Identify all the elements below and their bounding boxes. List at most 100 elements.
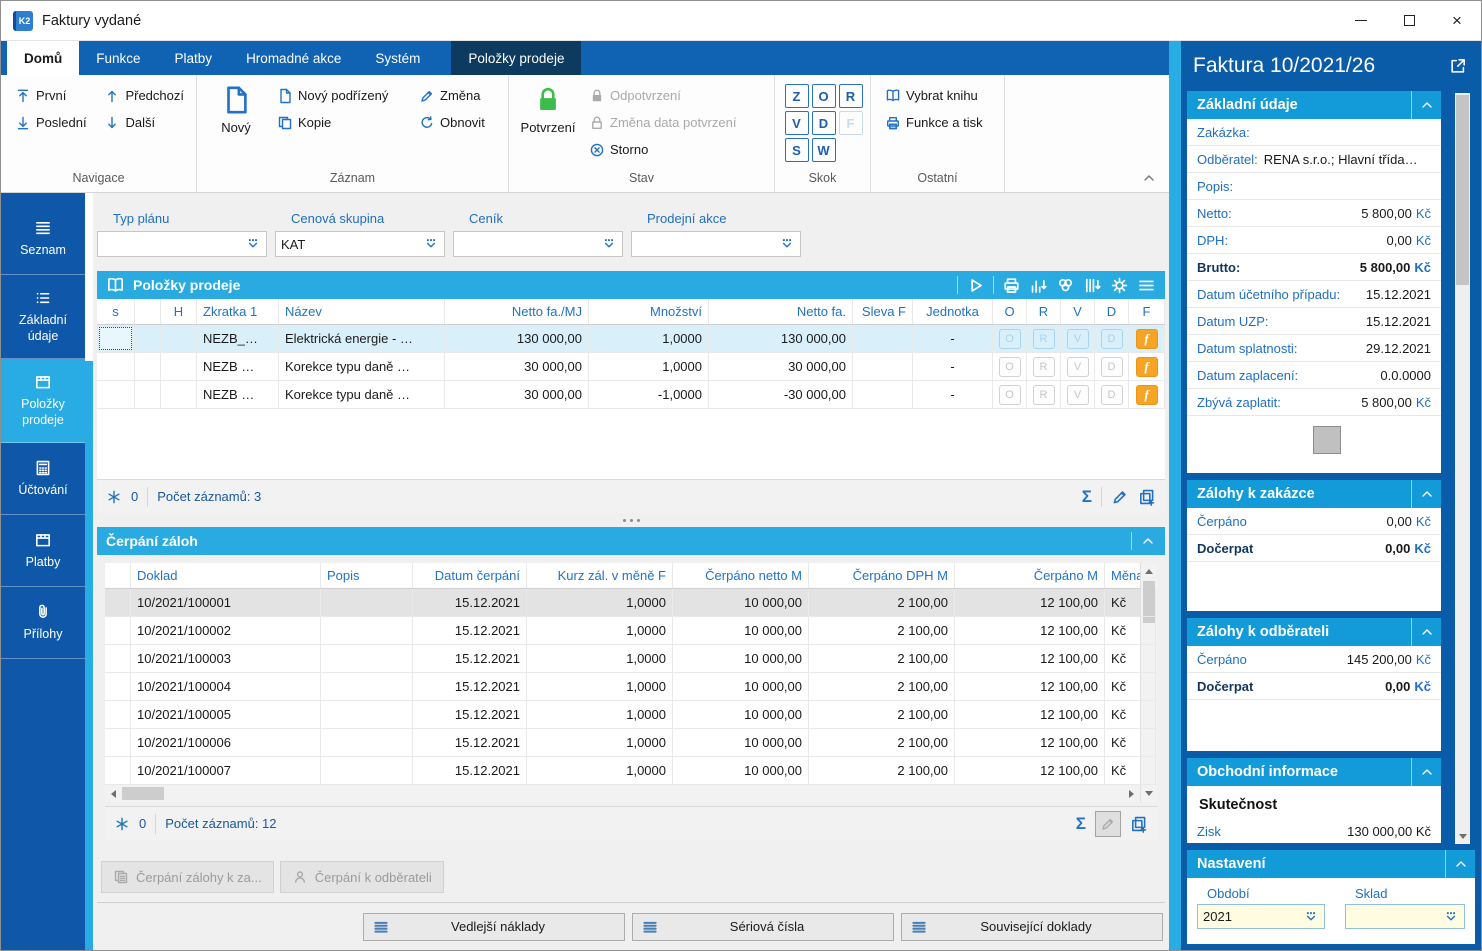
items-col-header-12[interactable]: R — [1027, 299, 1061, 324]
flag-button-d[interactable]: D — [1100, 356, 1123, 377]
items-col-header-5[interactable]: Název — [279, 299, 445, 324]
minimize-button[interactable] — [1337, 1, 1385, 41]
warehouse-combobox[interactable] — [1345, 904, 1465, 929]
ribbon-tab-6[interactable]: Položky prodeje — [451, 41, 582, 75]
items-chart-icon[interactable] — [1029, 276, 1048, 295]
previous-button[interactable]: Předchozí — [98, 82, 190, 109]
section-basic-collapse-button[interactable] — [1411, 91, 1441, 119]
items-col-header-2[interactable] — [135, 299, 161, 324]
confirm-button[interactable]: Potvrzení — [517, 82, 579, 168]
secondary-button-1[interactable]: Čerpání zálohy k za... — [101, 861, 274, 893]
advance-row-6[interactable]: 10/2021/100006 15.12.2021 1,0000 10 000,00 2… — [105, 729, 1156, 757]
footer-button-1[interactable]: Vedlejší náklady — [363, 912, 625, 941]
items-col-header-15[interactable]: F — [1129, 299, 1165, 324]
advance-row-5[interactable]: 10/2021/100005 15.12.2021 1,0000 10 000,00 2… — [105, 701, 1156, 729]
items-col-header-7[interactable]: Množství — [589, 299, 709, 324]
jump-button-w[interactable]: W — [811, 138, 836, 162]
filter-combobox-3[interactable] — [453, 231, 623, 257]
flag-button-f[interactable]: f — [1135, 328, 1158, 349]
maximize-button[interactable] — [1385, 1, 1433, 41]
collapse-ribbon-button[interactable] — [1141, 170, 1157, 186]
advance-row-2[interactable]: 10/2021/100002 15.12.2021 1,0000 10 000,00 2… — [105, 617, 1156, 645]
next-button[interactable]: Další — [98, 109, 190, 136]
ribbon-tab-1[interactable]: Domů — [7, 41, 80, 75]
advance-row-4[interactable]: 10/2021/100004 15.12.2021 1,0000 10 000,00 2… — [105, 673, 1156, 701]
section-business-collapse-button[interactable] — [1411, 758, 1441, 786]
flag-button-v[interactable]: V — [1066, 328, 1089, 349]
jump-button-r[interactable]: R — [838, 84, 863, 108]
items-sum-icon[interactable]: Σ — [1082, 487, 1092, 507]
detail-splitter[interactable] — [1169, 41, 1181, 950]
flag-button-r[interactable]: R — [1032, 328, 1055, 349]
section-settings-collapse-button[interactable] — [1445, 850, 1475, 878]
sale-item-row-2[interactable]: NEZB … Korekce typu daně … 30 000,00 1,0000… — [97, 353, 1165, 381]
advances-col-header-8[interactable]: Čerpáno M — [955, 563, 1105, 588]
items-col-header-3[interactable]: H — [161, 299, 197, 324]
copy-button[interactable]: Kopie — [271, 109, 409, 136]
jump-button-o[interactable]: O — [811, 84, 836, 108]
new-button[interactable]: Nový — [205, 82, 267, 168]
advances-col-header-3[interactable]: Popis — [321, 563, 413, 588]
ribbon-tab-2[interactable]: Funkce — [79, 41, 157, 75]
filter-combobox-1[interactable] — [97, 231, 267, 257]
items-col-header-8[interactable]: Netto fa. — [709, 299, 853, 324]
open-in-window-icon[interactable] — [1449, 57, 1467, 75]
advances-copy-add-icon[interactable] — [1130, 815, 1148, 833]
sale-item-row-1[interactable]: NEZB_… Elektrická energie - … 130 000,00 1,… — [97, 325, 1165, 353]
ribbon-tab-3[interactable]: Platby — [158, 41, 230, 75]
secondary-button-2[interactable]: Čerpání k odběrateli — [279, 861, 444, 893]
jump-button-d[interactable]: D — [811, 111, 836, 135]
items-print-icon[interactable] — [1002, 276, 1021, 295]
close-button[interactable]: × — [1433, 1, 1481, 41]
unconfirm-button[interactable]: Odpotvrzení — [583, 82, 742, 109]
flag-button-r[interactable]: R — [1032, 384, 1055, 405]
advances-col-header-1[interactable] — [105, 563, 131, 588]
footer-button-2[interactable]: Sériová čísla — [632, 912, 894, 941]
sidebar-item-6[interactable]: Přílohy — [1, 587, 85, 659]
sidebar-item-4[interactable]: Účtování — [1, 443, 85, 515]
first-button[interactable]: První — [9, 82, 94, 109]
period-combobox[interactable]: 2021 — [1197, 904, 1325, 929]
new-child-button[interactable]: Nový podřízený — [271, 82, 409, 109]
sale-item-row-3[interactable]: NEZB … Korekce typu daně … 30 000,00 -1,000… — [97, 381, 1165, 409]
flag-button-o[interactable]: O — [998, 384, 1021, 405]
jump-button-z[interactable]: Z — [784, 84, 809, 108]
last-button[interactable]: Poslední — [9, 109, 94, 136]
jump-button-f[interactable]: F — [838, 111, 863, 135]
ribbon-tab-4[interactable]: Hromadné akce — [229, 41, 358, 75]
advance-row-7[interactable]: 10/2021/100007 15.12.2021 1,0000 10 000,00 2… — [105, 757, 1156, 785]
items-edit-icon[interactable] — [1111, 488, 1129, 506]
advances-col-header-7[interactable]: Čerpáno DPH M — [809, 563, 955, 588]
items-related-icon[interactable] — [1056, 276, 1075, 295]
items-col-header-4[interactable]: Zkratka 1 — [197, 299, 279, 324]
items-col-header-9[interactable]: Sleva F — [853, 299, 913, 324]
footer-button-3[interactable]: Související doklady — [901, 912, 1163, 941]
advances-col-header-2[interactable]: Doklad — [131, 563, 321, 588]
advances-col-header-6[interactable]: Čerpáno netto M — [673, 563, 809, 588]
sidebar-item-2[interactable]: Základní údaje — [1, 275, 85, 359]
flag-button-v[interactable]: V — [1066, 356, 1089, 377]
items-columns-icon[interactable] — [1083, 276, 1102, 295]
advances-collapse-icon[interactable] — [1140, 533, 1156, 549]
flag-button-d[interactable]: D — [1100, 328, 1123, 349]
sidebar-item-1[interactable]: Seznam — [1, 203, 85, 275]
cancel-button[interactable]: Storno — [583, 136, 742, 163]
advances-sum-icon[interactable]: Σ — [1076, 814, 1086, 834]
change-button[interactable]: Změna — [413, 82, 491, 109]
advances-edit-button[interactable] — [1095, 810, 1121, 837]
items-col-header-11[interactable]: O — [993, 299, 1027, 324]
flag-button-o[interactable]: O — [998, 356, 1021, 377]
flag-button-v[interactable]: V — [1066, 384, 1089, 405]
advance-row-3[interactable]: 10/2021/100003 15.12.2021 1,0000 10 000,00 2… — [105, 645, 1156, 673]
items-gear-icon[interactable] — [1110, 276, 1129, 295]
sidebar-item-3[interactable]: Položky prodeje — [1, 359, 85, 443]
advances-hscrollbar[interactable] — [105, 785, 1140, 802]
items-col-header-14[interactable]: D — [1095, 299, 1129, 324]
jump-button-v[interactable]: V — [784, 111, 809, 135]
change-confirm-date-button[interactable]: Změna data potvrzení — [583, 109, 742, 136]
select-book-button[interactable]: Vybrat knihu — [879, 82, 989, 109]
items-col-header-10[interactable]: Jednotka — [913, 299, 993, 324]
section-advances-customer-collapse-button[interactable] — [1411, 618, 1441, 646]
panel-splitter-handle[interactable] — [97, 513, 1165, 527]
items-col-header-1[interactable]: s — [97, 299, 135, 324]
